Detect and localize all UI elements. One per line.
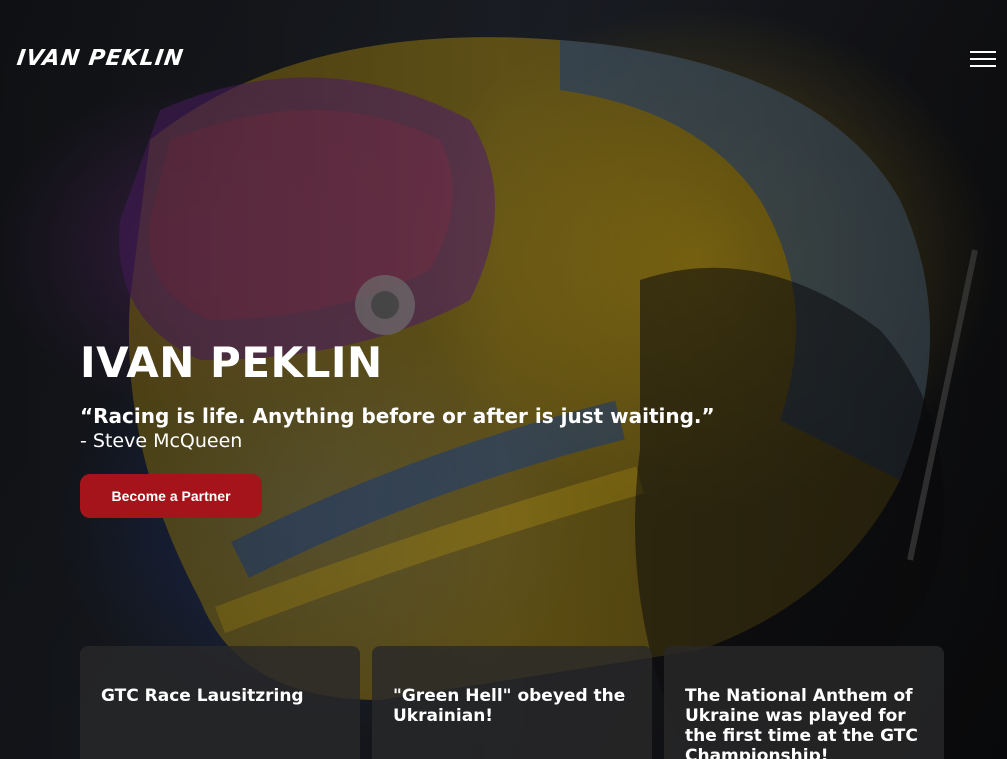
menu-line-middle xyxy=(970,58,996,60)
hero-title: IVAN PEKLIN xyxy=(80,338,383,387)
menu-line-bottom xyxy=(970,65,996,67)
news-card[interactable]: The National Anthem of Ukraine was playe… xyxy=(664,646,944,759)
hamburger-menu-icon[interactable] xyxy=(970,49,996,69)
news-card-title: GTC Race Lausitzring xyxy=(101,686,304,706)
news-card-title: "Green Hell" obeyed the Ukrainian! xyxy=(393,686,626,726)
site-header: IVAN PEKLIN xyxy=(0,0,1007,120)
news-cards: GTC Race Lausitzring "Green Hell" obeyed… xyxy=(80,646,944,759)
menu-line-top xyxy=(970,51,996,53)
site-logo[interactable]: IVAN PEKLIN xyxy=(15,46,185,71)
news-card-title: The National Anthem of Ukraine was playe… xyxy=(685,686,918,759)
hero-quote-author: - Steve McQueen xyxy=(80,430,243,452)
hero-quote: “Racing is life. Anything before or afte… xyxy=(80,404,715,428)
news-card[interactable]: "Green Hell" obeyed the Ukrainian! xyxy=(372,646,652,759)
news-card[interactable]: GTC Race Lausitzring xyxy=(80,646,360,759)
become-partner-button[interactable]: Become a Partner xyxy=(80,474,262,518)
